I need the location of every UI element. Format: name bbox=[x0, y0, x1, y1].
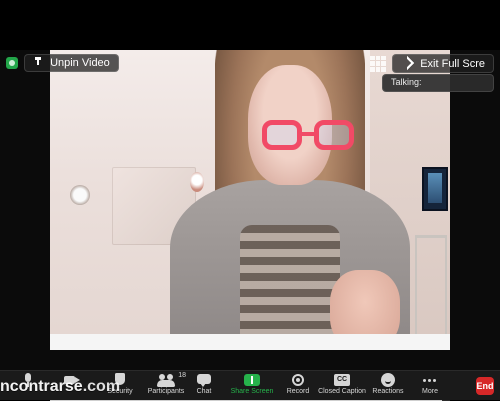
unpin-video-button[interactable]: Unpin Video bbox=[24, 54, 119, 72]
glasses-right-lens bbox=[314, 120, 354, 150]
exit-full-screen-icon bbox=[401, 57, 413, 69]
top-black-bar bbox=[0, 0, 500, 50]
top-right-overlay: Exit Full Scre bbox=[370, 54, 494, 73]
chat-icon bbox=[197, 373, 211, 387]
site-watermark: ncontrarse.com bbox=[0, 378, 120, 396]
glasses-bridge bbox=[302, 132, 314, 136]
share-screen-icon bbox=[244, 373, 260, 387]
top-left-overlay: Unpin Video bbox=[6, 54, 119, 72]
unpin-video-label: Unpin Video bbox=[50, 57, 110, 69]
active-speaker-video bbox=[50, 50, 450, 350]
exit-full-screen-label: Exit Full Scre bbox=[420, 58, 485, 70]
more-button[interactable]: More bbox=[402, 373, 458, 399]
glasses-left-lens bbox=[262, 120, 302, 150]
participant-glasses bbox=[262, 120, 362, 160]
background-tv bbox=[422, 167, 448, 211]
reactions-icon bbox=[381, 373, 395, 387]
pin-icon bbox=[33, 57, 43, 67]
talking-label: Talking: bbox=[391, 77, 422, 87]
watermark-text-right: .com bbox=[82, 378, 121, 395]
wall-smoke-alarm bbox=[70, 185, 90, 205]
video-stage: Unpin Video Exit Full Scre Talking: ndre… bbox=[0, 50, 500, 401]
watermark-text-left: ncontrarse bbox=[0, 378, 83, 395]
record-icon bbox=[291, 373, 305, 387]
more-label: More bbox=[422, 388, 438, 395]
foreground-table bbox=[50, 334, 450, 350]
end-meeting-button[interactable]: End bbox=[476, 377, 494, 395]
security-shield-icon[interactable] bbox=[6, 57, 18, 69]
closed-caption-icon bbox=[334, 373, 350, 387]
background-shelf bbox=[415, 235, 447, 345]
participant-person bbox=[170, 50, 410, 350]
more-icon bbox=[422, 373, 438, 387]
participant-stripes bbox=[240, 225, 340, 350]
exit-full-screen-button[interactable]: Exit Full Scre bbox=[392, 54, 494, 73]
end-label: End bbox=[476, 381, 494, 391]
participants-icon bbox=[157, 373, 175, 387]
talking-indicator: Talking: bbox=[382, 74, 494, 92]
gallery-view-icon[interactable] bbox=[370, 55, 387, 72]
